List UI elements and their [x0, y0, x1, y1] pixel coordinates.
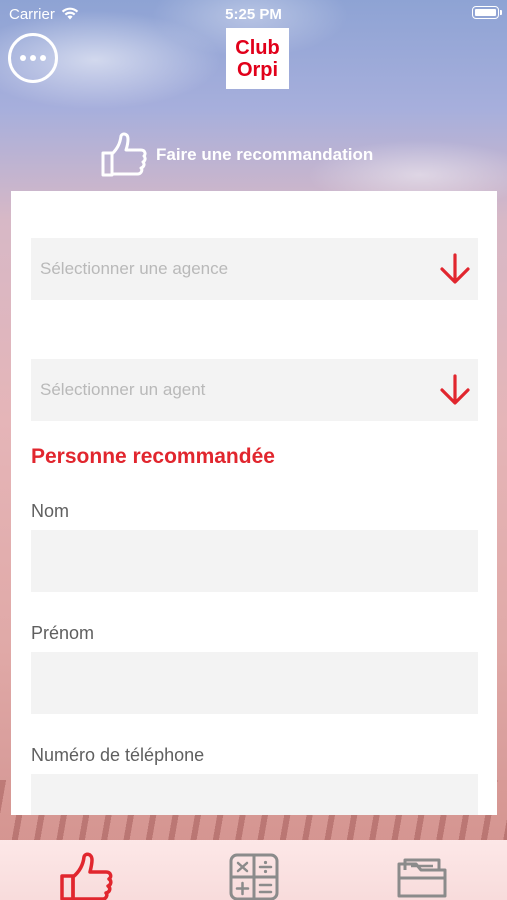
tab-calculator[interactable]: [226, 852, 282, 900]
page-header: Faire une recommandation: [100, 132, 373, 178]
page-title: Faire une recommandation: [156, 145, 374, 164]
agent-select-placeholder: Sélectionner un agent: [40, 380, 206, 399]
agency-select-placeholder: Sélectionner une agence: [40, 259, 229, 278]
agency-select[interactable]: Sélectionner une agence: [31, 238, 478, 300]
logo-line1: Club: [235, 36, 280, 59]
arrow-down-icon: [440, 253, 470, 284]
thumbs-up-icon: [101, 132, 147, 177]
nom-label: Nom: [31, 501, 70, 521]
nom-field[interactable]: [31, 530, 478, 592]
tab-bar: [0, 840, 507, 900]
club-orpi-logo: Club Orpi: [226, 28, 289, 89]
tab-folder[interactable]: [394, 852, 450, 900]
arrow-down-icon: [440, 374, 470, 405]
agent-select[interactable]: Sélectionner un agent: [31, 359, 478, 421]
more-dot-icon: [30, 55, 36, 61]
more-options-button[interactable]: [8, 33, 58, 83]
more-dot-icon: [20, 55, 26, 61]
section-title: Personne recommandée: [31, 445, 275, 468]
more-dot-icon: [40, 55, 46, 61]
phone-field[interactable]: [31, 774, 478, 815]
status-time: 5:25 PM: [225, 6, 282, 23]
phone-label: Numéro de téléphone: [31, 745, 205, 765]
prenom-field[interactable]: [31, 652, 478, 714]
tab-recommend[interactable]: [58, 852, 114, 900]
logo-line2: Orpi: [236, 58, 279, 81]
recommendation-form: Sélectionner une agence Sélectionner un …: [11, 191, 497, 815]
status-bar: Carrier 5:25 PM: [0, 0, 507, 28]
battery-icon: [472, 6, 502, 19]
prenom-label: Prénom: [31, 623, 95, 643]
